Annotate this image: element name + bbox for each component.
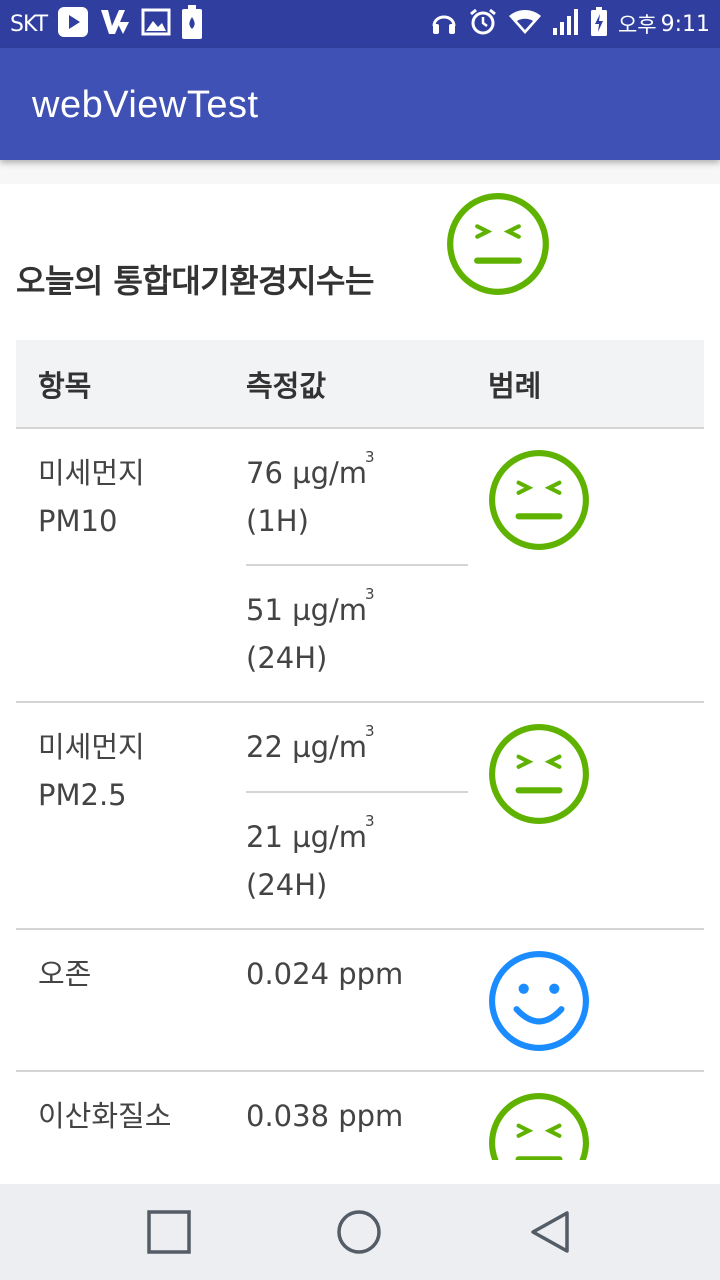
- neutral-face-icon: [446, 192, 550, 296]
- item-name: 미세먼지: [38, 456, 145, 490]
- unit-superscript: 3: [365, 585, 375, 603]
- neutral-face-icon: [489, 1093, 589, 1160]
- item-code: PM2.5: [38, 778, 127, 812]
- app-title: webViewTest: [32, 84, 259, 126]
- value-text: 51 µg/m: [246, 593, 367, 627]
- header-legend: 범례: [468, 340, 704, 429]
- recent-apps-icon[interactable]: [145, 1208, 193, 1256]
- signal-icon: [552, 8, 580, 40]
- headset-icon: [430, 8, 458, 40]
- air-quality-table: 항목 측정값 범례 미세먼지 PM10 76 µg/m3 (1H) 51 µg/…: [16, 340, 704, 1160]
- status-bar: SKT 오후 9:11: [0, 0, 720, 48]
- value-cell: 76 µg/m3 (1H): [246, 428, 468, 566]
- table-header-row: 항목 측정값 범례: [16, 340, 704, 429]
- smile-face-icon: [489, 951, 589, 1051]
- ampm-label: 오후: [617, 13, 657, 37]
- value-cell: 0.024 ppm: [246, 929, 468, 1072]
- value-text: 21 µg/m: [246, 820, 367, 854]
- value-cell: 0.038 ppm: [246, 1071, 468, 1160]
- measure-value: 22 µg/m3: [246, 723, 468, 771]
- table-row-ozone: 오존 0.024 ppm: [16, 929, 704, 1072]
- home-icon[interactable]: [335, 1208, 383, 1256]
- unit-superscript: 3: [365, 448, 375, 466]
- item-name: 오존: [38, 957, 92, 991]
- legend-cell: [468, 1071, 704, 1160]
- neutral-face-icon: [489, 724, 589, 824]
- legend-cell: [468, 702, 704, 930]
- item-cell-pm10: 미세먼지 PM10: [16, 428, 246, 703]
- navigation-bar: [0, 1184, 720, 1280]
- table-row-pm10: 미세먼지 PM10 76 µg/m3 (1H): [16, 428, 704, 703]
- wifi-icon: [508, 8, 542, 40]
- measure-value: 76 µg/m3: [246, 449, 468, 497]
- measure-period: (24H): [246, 641, 328, 675]
- item-name: 이산화질소: [38, 1099, 172, 1133]
- measure-period: (1H): [246, 504, 309, 538]
- v3-icon: [99, 6, 131, 42]
- item-cell-ozone: 오존: [16, 929, 246, 1072]
- item-name: 미세먼지: [38, 730, 145, 764]
- app-bar: webViewTest: [0, 48, 720, 160]
- item-cell-no2: 이산화질소: [16, 1071, 246, 1160]
- header-item: 항목: [16, 340, 246, 429]
- neutral-face-icon: [489, 450, 589, 550]
- carrier-label: SKT: [10, 11, 48, 37]
- measure-value: 0.024 ppm: [246, 957, 404, 991]
- table-row-no2: 이산화질소 0.038 ppm: [16, 1071, 704, 1160]
- webview-content[interactable]: 오늘의 통합대기환경지수는 항목 측정값 범례 미세먼지 PM10 76 µg/…: [0, 160, 720, 1160]
- measure-value: 21 µg/m3: [246, 813, 468, 861]
- legend-cell: [468, 428, 704, 703]
- measure-value: 51 µg/m3: [246, 586, 468, 634]
- battery-charging-icon: [590, 7, 608, 41]
- status-bar-right: 오후 9:11: [430, 0, 710, 48]
- value-cell: 21 µg/m3 (24H): [246, 792, 468, 930]
- back-icon[interactable]: [527, 1208, 575, 1256]
- table-row-pm25: 미세먼지 PM2.5 22 µg/m3: [16, 702, 704, 930]
- clock-time: 9:11: [660, 11, 710, 37]
- status-bar-left: SKT: [10, 0, 203, 48]
- value-text: 22 µg/m: [246, 730, 367, 764]
- value-text: 76 µg/m: [246, 456, 367, 490]
- play-store-icon: [57, 6, 89, 42]
- value-cell: 22 µg/m3: [246, 702, 468, 793]
- air-quality-panel: 오늘의 통합대기환경지수는 항목 측정값 범례 미세먼지 PM10 76 µg/…: [0, 184, 720, 1160]
- value-cell: 51 µg/m3 (24H): [246, 565, 468, 703]
- item-code: PM10: [38, 504, 118, 538]
- legend-cell: [468, 929, 704, 1072]
- measure-period: (24H): [246, 868, 328, 902]
- alarm-icon: [468, 7, 498, 41]
- item-cell-pm25: 미세먼지 PM2.5: [16, 702, 246, 930]
- battery-saver-icon: [181, 4, 203, 44]
- gallery-icon: [141, 8, 171, 40]
- unit-superscript: 3: [365, 722, 375, 740]
- unit-superscript: 3: [365, 812, 375, 830]
- header-value: 측정값: [246, 340, 468, 429]
- page-heading: 오늘의 통합대기환경지수는: [16, 262, 374, 300]
- measure-value: 0.038 ppm: [246, 1099, 404, 1133]
